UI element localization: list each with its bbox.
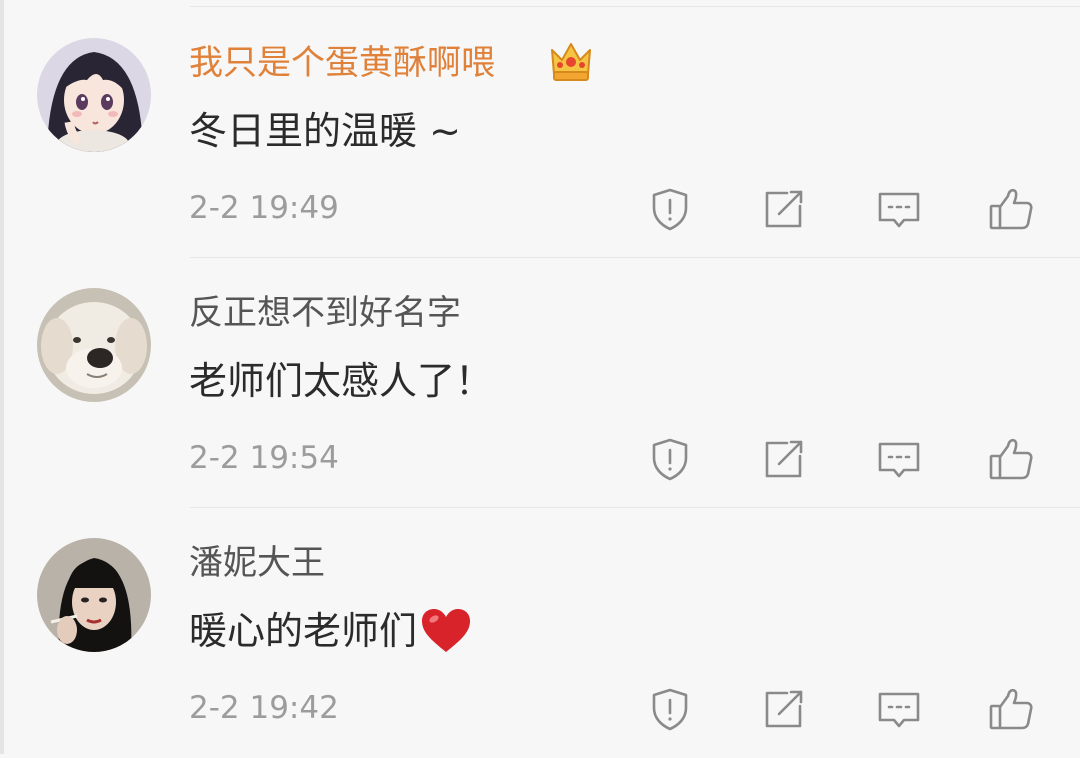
user-avatar[interactable]: [37, 538, 151, 652]
username[interactable]: 反正想不到好名字: [189, 291, 461, 335]
comment-icon[interactable]: [876, 436, 922, 482]
comment-timestamp: 2-2 19:54: [189, 440, 339, 476]
username[interactable]: 潘妮大王: [189, 541, 325, 585]
comment-item: 我只是个蛋黄酥啊喂 冬日里的温暖 ~ 2-2 19:49: [0, 8, 1080, 258]
comment-text: 老师们太感人了！: [189, 359, 494, 403]
comment-icon[interactable]: [876, 686, 922, 732]
share-icon[interactable]: [761, 436, 807, 482]
crown-icon: [548, 38, 594, 84]
shield-alert-icon[interactable]: [647, 436, 693, 482]
share-icon[interactable]: [761, 686, 807, 732]
comment-timestamp: 2-2 19:49: [189, 190, 339, 226]
comment-item: 反正想不到好名字 老师们太感人了！ 2-2 19:54: [0, 258, 1080, 508]
share-icon[interactable]: [761, 186, 807, 232]
comment-icon[interactable]: [876, 186, 922, 232]
thumbs-up-icon[interactable]: [988, 436, 1034, 482]
comment-timestamp: 2-2 19:42: [189, 690, 339, 726]
shield-alert-icon[interactable]: [647, 686, 693, 732]
user-avatar[interactable]: [37, 288, 151, 402]
comment-item: 潘妮大王 暖心的老师们 2-2 19:42: [0, 508, 1080, 758]
comment-text: 暖心的老师们: [189, 606, 473, 656]
comment-text: 冬日里的温暖 ~: [189, 109, 461, 153]
comment-text-body: 暖心的老师们: [189, 609, 418, 653]
user-avatar[interactable]: [37, 38, 151, 152]
shield-alert-icon[interactable]: [647, 186, 693, 232]
thumbs-up-icon[interactable]: [988, 186, 1034, 232]
red-heart-emoji: [419, 606, 473, 656]
top-divider: [190, 6, 1080, 7]
thumbs-up-icon[interactable]: [988, 686, 1034, 732]
username[interactable]: 我只是个蛋黄酥啊喂: [189, 41, 495, 85]
